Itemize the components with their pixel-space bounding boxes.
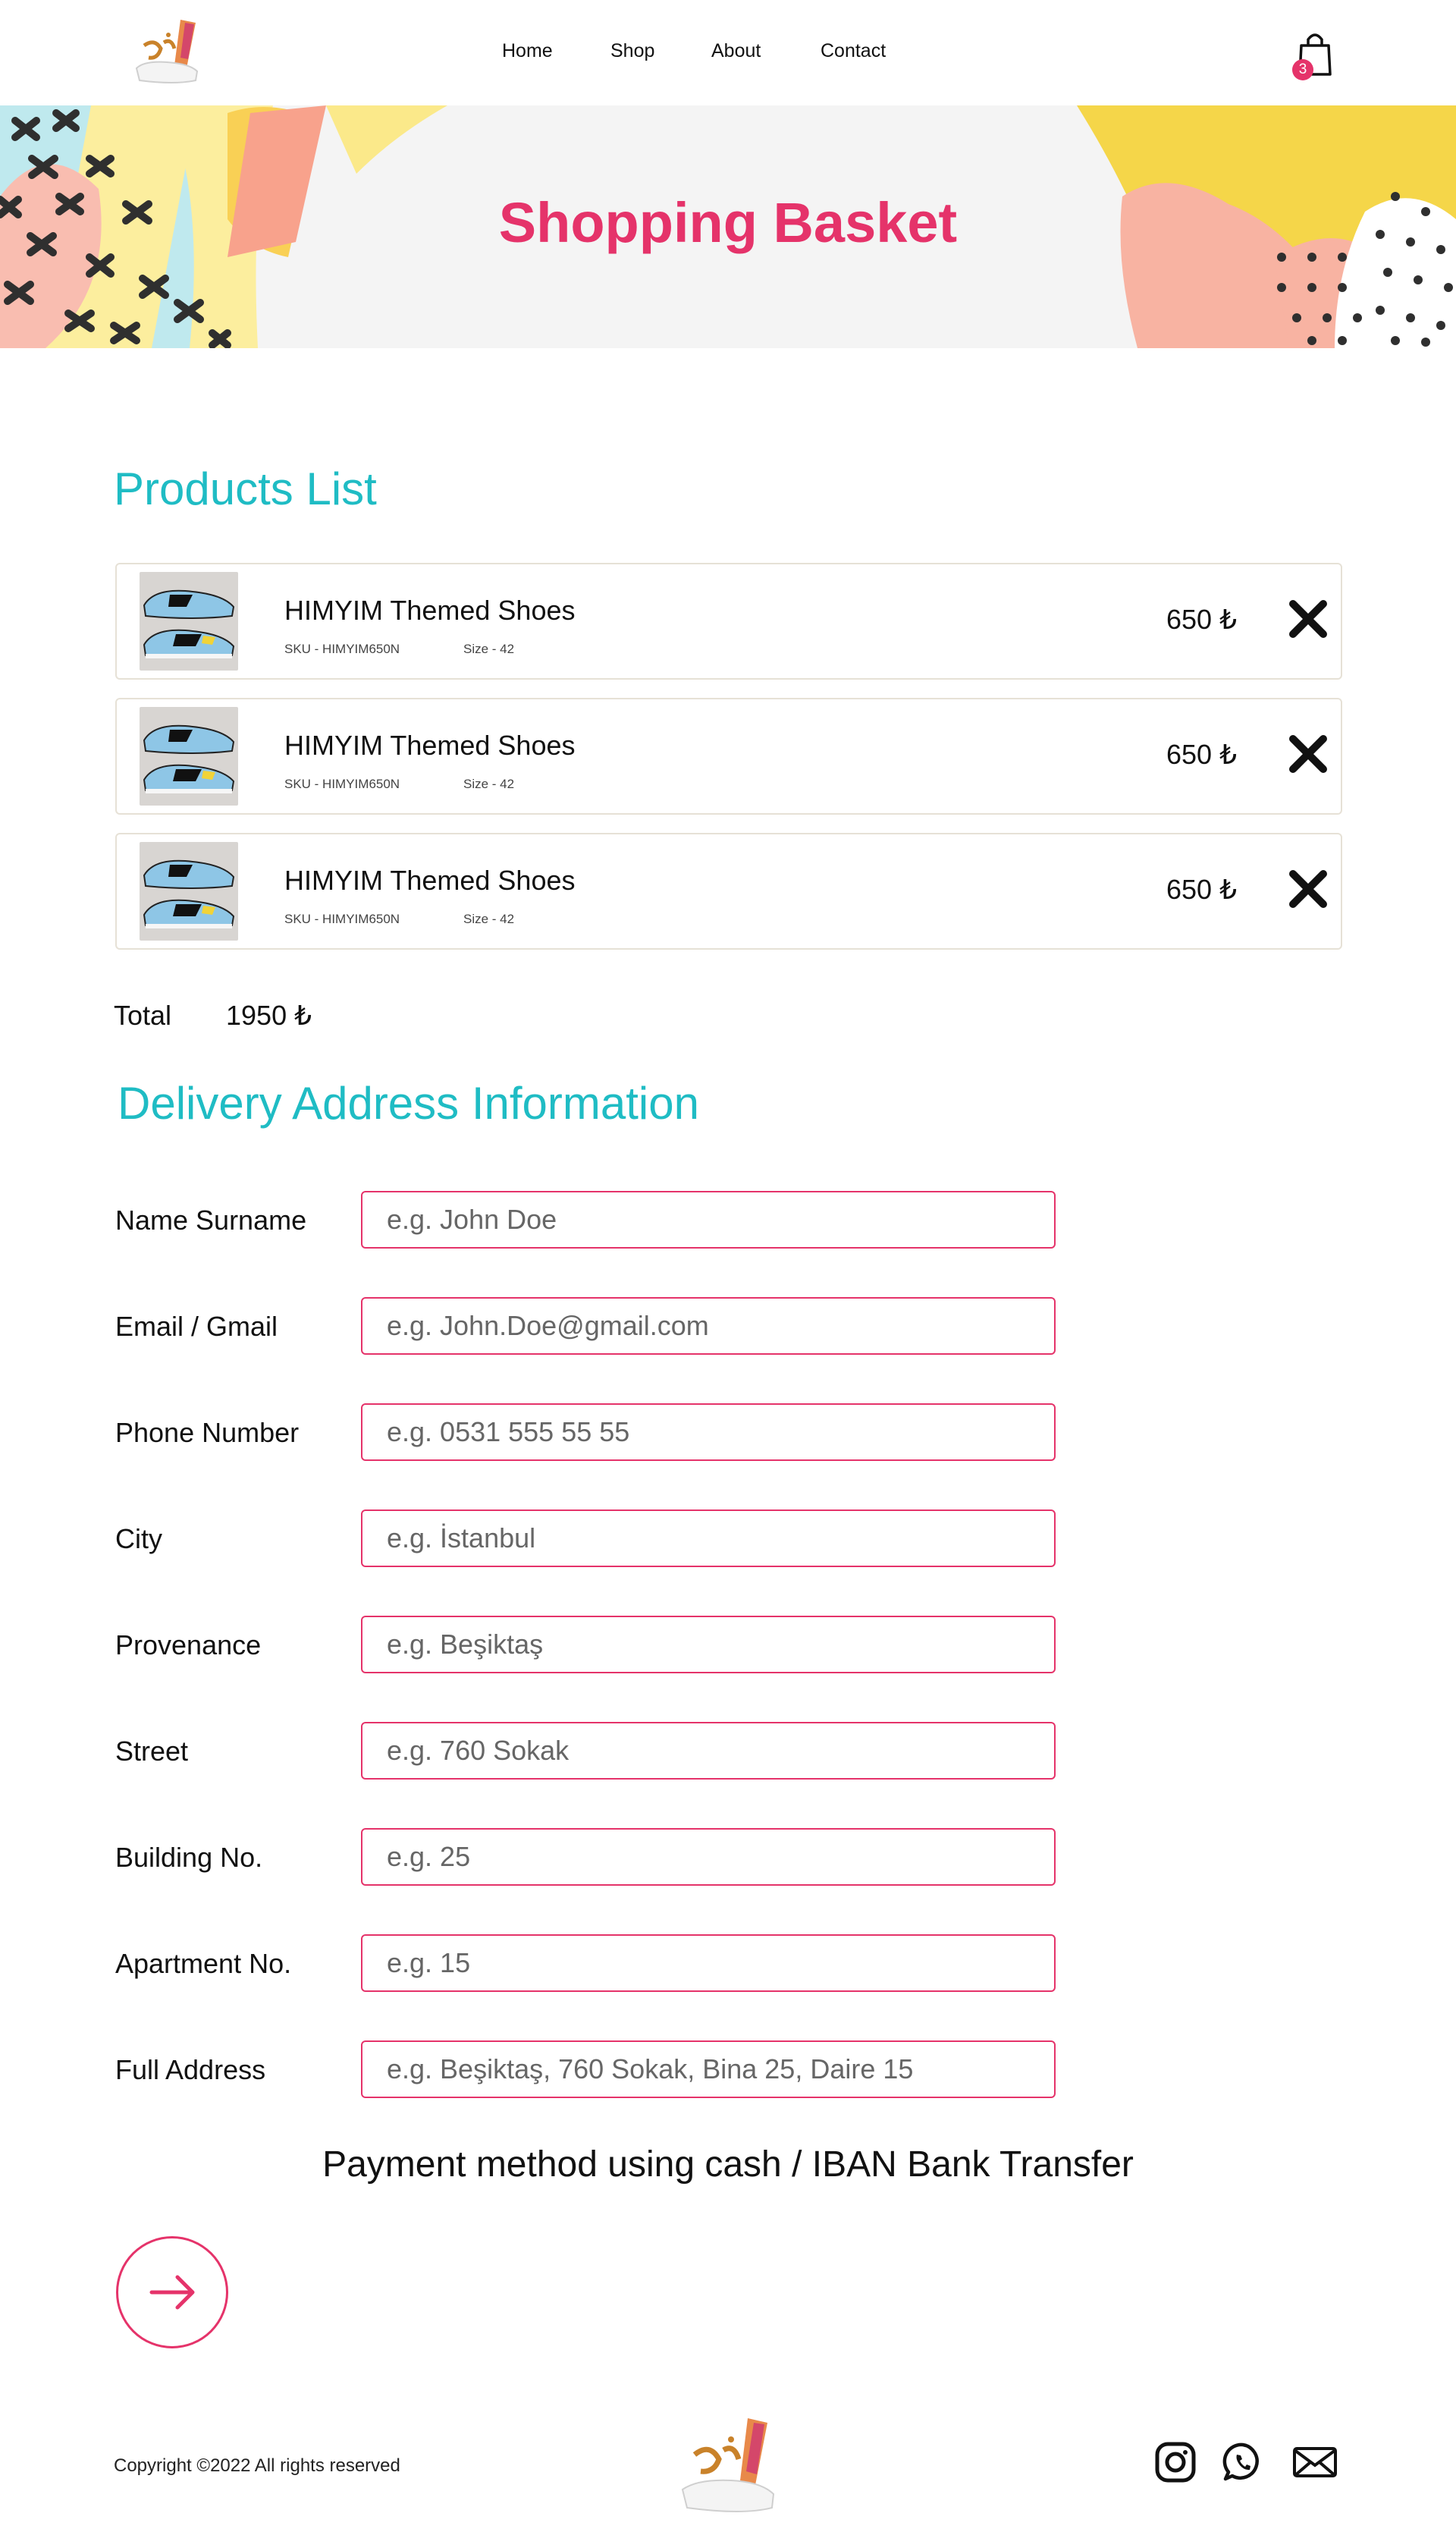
- product-price: 650 ₺: [1166, 739, 1237, 770]
- product-name[interactable]: HIMYIM Themed Shoes: [284, 730, 575, 762]
- building-no-input[interactable]: [361, 1828, 1056, 1886]
- nav-contact[interactable]: Contact: [821, 40, 886, 62]
- provenance-label: Provenance: [115, 1629, 262, 1660]
- email-label: Email / Gmail: [115, 1311, 278, 1342]
- instagram-icon[interactable]: [1154, 2441, 1197, 2483]
- close-icon: [1289, 870, 1327, 908]
- delivery-section-title: Delivery Address Information: [118, 1078, 699, 1129]
- product-name[interactable]: HIMYIM Themed Shoes: [284, 865, 575, 897]
- submit-order-button[interactable]: [116, 2236, 228, 2348]
- name-surname-input[interactable]: [361, 1191, 1056, 1249]
- product-thumbnail[interactable]: [140, 842, 238, 941]
- nav-about[interactable]: About: [711, 40, 761, 62]
- mail-icon[interactable]: [1292, 2441, 1337, 2483]
- product-card: HIMYIM Themed Shoes SKU - HIMYIM650N Siz…: [115, 563, 1342, 680]
- product-sku: SKU - HIMYIM650N: [284, 912, 400, 926]
- copyright-text: Copyright ©2022 All rights reserved: [114, 2455, 400, 2476]
- product-sku: SKU - HIMYIM650N: [284, 777, 400, 791]
- product-name[interactable]: HIMYIM Themed Shoes: [284, 595, 575, 627]
- phone-number-input[interactable]: [361, 1403, 1056, 1461]
- product-thumbnail[interactable]: [140, 572, 238, 671]
- payment-method-note: Payment method using cash / IBAN Bank Tr…: [322, 2144, 1134, 2185]
- remove-item-button[interactable]: [1287, 868, 1329, 910]
- page-banner: Shopping Basket: [0, 105, 1456, 348]
- product-size: Size - 42: [463, 777, 515, 791]
- total-value: 1950 ₺: [226, 1000, 312, 1031]
- nav-home[interactable]: Home: [502, 40, 553, 62]
- building-no-label: Building No.: [115, 1842, 263, 1873]
- nav-shop[interactable]: Shop: [610, 40, 654, 62]
- product-size: Size - 42: [463, 912, 515, 926]
- apartment-no-input[interactable]: [361, 1934, 1056, 1992]
- product-sku: SKU - HIMYIM650N: [284, 642, 400, 656]
- city-label: City: [115, 1523, 162, 1554]
- products-section-title: Products List: [114, 463, 377, 514]
- total-label: Total: [114, 1000, 172, 1031]
- product-thumbnail[interactable]: [140, 707, 238, 806]
- product-size: Size - 42: [463, 642, 515, 656]
- street-input[interactable]: [361, 1722, 1056, 1780]
- city-input[interactable]: [361, 1509, 1056, 1567]
- product-card: HIMYIM Themed Shoes SKU - HIMYIM650N Siz…: [115, 833, 1342, 950]
- close-icon: [1289, 735, 1327, 773]
- street-label: Street: [115, 1736, 189, 1767]
- email-input[interactable]: [361, 1297, 1056, 1355]
- cart-count-badge: 3: [1292, 59, 1313, 80]
- full-address-label: Full Address: [115, 2054, 266, 2085]
- remove-item-button[interactable]: [1287, 733, 1329, 775]
- name-surname-label: Name Surname: [115, 1205, 307, 1236]
- navbar: Home Shop About Contact 3: [0, 0, 1456, 105]
- footer-brand-logo[interactable]: [667, 2411, 789, 2524]
- product-price: 650 ₺: [1166, 604, 1237, 635]
- close-icon: [1289, 600, 1327, 638]
- full-address-input[interactable]: [361, 2040, 1056, 2098]
- product-card: HIMYIM Themed Shoes SKU - HIMYIM650N Siz…: [115, 698, 1342, 815]
- apartment-no-label: Apartment No.: [115, 1948, 292, 1979]
- page-title: Shopping Basket: [498, 191, 958, 254]
- phone-number-label: Phone Number: [115, 1417, 300, 1448]
- provenance-input[interactable]: [361, 1616, 1056, 1673]
- product-price: 650 ₺: [1166, 874, 1237, 905]
- brand-logo[interactable]: [121, 15, 209, 91]
- remove-item-button[interactable]: [1287, 598, 1329, 640]
- whatsapp-icon[interactable]: [1222, 2441, 1264, 2483]
- arrow-right-icon: [149, 2275, 195, 2310]
